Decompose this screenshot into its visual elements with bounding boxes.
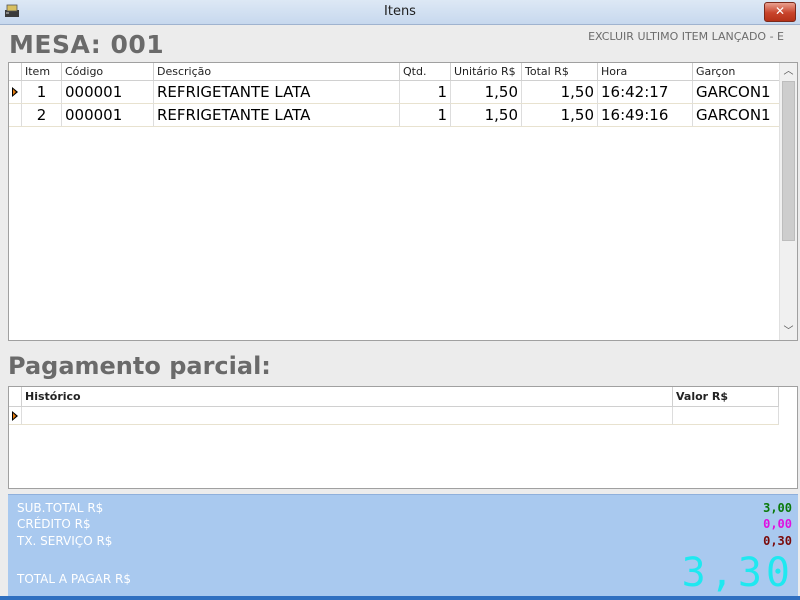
current-row-arrow-icon xyxy=(12,411,18,421)
mesa-title: MESA: 001 xyxy=(9,30,165,59)
scroll-down-arrow-icon[interactable]: ﹀ xyxy=(780,323,797,340)
row-indicator xyxy=(9,407,22,425)
table-row[interactable] xyxy=(9,407,781,425)
col-total-header[interactable]: Total R$ xyxy=(522,63,598,81)
col-descricao-header[interactable]: Descrição xyxy=(154,63,400,81)
delete-last-item-hint: EXCLUIR ULTIMO ITEM LANÇADO - E xyxy=(588,30,784,43)
credito-value: 0,00 xyxy=(763,517,792,531)
items-window: Itens ✕ MESA: 001 EXCLUIR ULTIMO ITEM LA… xyxy=(0,0,800,600)
service-fee-value: 0,30 xyxy=(763,534,792,548)
scroll-thumb[interactable] xyxy=(782,81,795,241)
cell-unitario[interactable]: 1,50 xyxy=(451,81,522,104)
close-button[interactable]: ✕ xyxy=(764,2,796,22)
scroll-up-arrow-icon[interactable]: ︿ xyxy=(780,63,797,80)
items-grid-header: Item Código Descrição Qtd. Unitário R$ T… xyxy=(9,63,781,81)
partial-payment-title: Pagamento parcial: xyxy=(8,352,271,380)
row-indicator xyxy=(9,104,22,127)
cell-qtd[interactable]: 1 xyxy=(400,104,451,127)
cell-total[interactable]: 1,50 xyxy=(522,81,598,104)
table-row[interactable]: 1 000001 REFRIGETANTE LATA 1 1,50 1,50 1… xyxy=(9,81,781,104)
total-due-label: TOTAL A PAGAR R$ xyxy=(17,572,132,586)
cell-unitario[interactable]: 1,50 xyxy=(451,104,522,127)
cell-total[interactable]: 1,50 xyxy=(522,104,598,127)
window-title: Itens xyxy=(384,4,416,19)
cell-valor[interactable] xyxy=(673,407,779,425)
cell-codigo[interactable]: 000001 xyxy=(62,104,154,127)
cell-item[interactable]: 2 xyxy=(22,104,62,127)
items-grid-scrollbar[interactable]: ︿ ﹀ xyxy=(779,63,797,340)
header-indicator xyxy=(9,63,22,81)
cell-codigo[interactable]: 000001 xyxy=(62,81,154,104)
cell-descricao[interactable]: REFRIGETANTE LATA xyxy=(154,104,400,127)
credito-label: CRÉDITO R$ xyxy=(17,517,91,531)
service-fee-label: TX. SERVIÇO R$ xyxy=(17,534,113,548)
cell-hora[interactable]: 16:42:17 xyxy=(598,81,693,104)
subtotal-value: 3,00 xyxy=(763,501,792,515)
col-item-header[interactable]: Item xyxy=(22,63,62,81)
col-hora-header[interactable]: Hora xyxy=(598,63,693,81)
cell-item[interactable]: 1 xyxy=(22,81,62,104)
cell-historico[interactable] xyxy=(22,407,673,425)
col-valor-header[interactable]: Valor R$ xyxy=(673,387,779,407)
col-historico-header[interactable]: Histórico xyxy=(22,387,673,407)
items-grid[interactable]: Item Código Descrição Qtd. Unitário R$ T… xyxy=(8,62,798,341)
cell-hora[interactable]: 16:49:16 xyxy=(598,104,693,127)
header-indicator xyxy=(9,387,22,407)
cell-descricao[interactable]: REFRIGETANTE LATA xyxy=(154,81,400,104)
partial-payment-grid[interactable]: Histórico Valor R$ xyxy=(8,386,798,489)
col-unitario-header[interactable]: Unitário R$ xyxy=(451,63,522,81)
col-codigo-header[interactable]: Código xyxy=(62,63,154,81)
total-due-value: 3,30 xyxy=(681,550,794,596)
cell-qtd[interactable]: 1 xyxy=(400,81,451,104)
subtotal-label: SUB.TOTAL R$ xyxy=(17,501,104,515)
row-indicator xyxy=(9,81,22,104)
table-row[interactable]: 2 000001 REFRIGETANTE LATA 1 1,50 1,50 1… xyxy=(9,104,781,127)
totals-panel: SUB.TOTAL R$ 3,00 CRÉDITO R$ 0,00 TX. SE… xyxy=(8,494,798,597)
col-qtd-header[interactable]: Qtd. xyxy=(400,63,451,81)
title-bar: Itens ✕ xyxy=(0,0,800,25)
cell-garcon[interactable]: GARCON1 xyxy=(693,81,781,104)
cell-garcon[interactable]: GARCON1 xyxy=(693,104,781,127)
current-row-arrow-icon xyxy=(12,87,18,97)
col-garcon-header[interactable]: Garçon xyxy=(693,63,781,81)
bottom-border xyxy=(0,596,800,600)
